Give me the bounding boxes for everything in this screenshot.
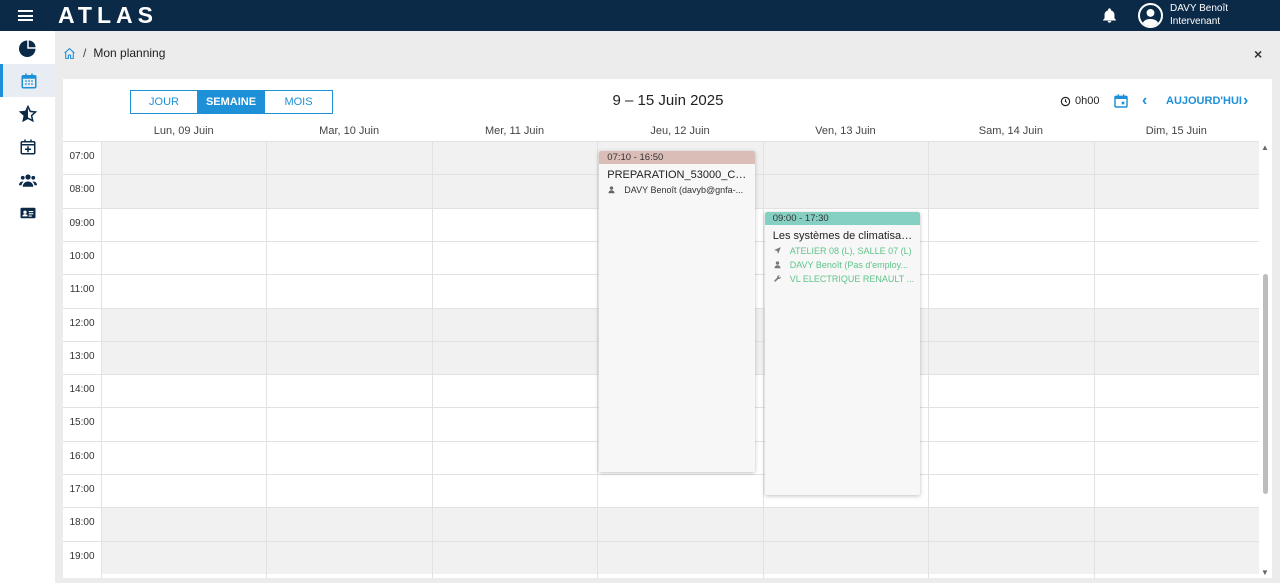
hour-row: 19:00 [63, 540, 1259, 574]
calendar-event[interactable]: 09:00 - 17:30 Les systèmes de climatisat.… [764, 211, 921, 495]
day-header: Ven, 13 Juin [815, 125, 876, 137]
location-arrow-icon [773, 247, 781, 254]
pie-chart-icon [18, 40, 35, 57]
view-week-button[interactable]: SEMAINE [198, 91, 265, 113]
today-button[interactable]: AUJOURD'HUI [1166, 95, 1242, 107]
event-detail-text: DAVY Benoît (davyb@gnfa-... [624, 184, 744, 195]
event-title: Les systèmes de climatisat... [772, 229, 914, 242]
user-icon [774, 261, 781, 269]
hour-label: 18:00 [69, 517, 95, 529]
event-detail-text: ATELIER 08 (L), SALLE 07 (L) [789, 245, 912, 256]
total-hours-value: 0h00 [1075, 95, 1100, 107]
view-toggle: JOUR SEMAINE MOIS [130, 90, 333, 114]
event-time: 07:10 - 16:50 [599, 150, 755, 164]
hour-label: 19:00 [69, 550, 95, 562]
top-bar: ATLAS DAVY Benoît Intervenant [0, 0, 1280, 31]
hour-label: 12:00 [69, 317, 95, 329]
day-header: Lun, 09 Juin [153, 125, 214, 137]
sidebar-item-add-event[interactable] [0, 130, 55, 163]
calendar-event[interactable]: 07:10 - 16:50 PREPARATION_53000_CQF... DAV… [599, 150, 755, 473]
scroll-down-arrow-icon[interactable]: ▼ [1261, 568, 1269, 577]
calendar-plus-icon [20, 139, 35, 154]
event-detail-line: ATELIER 08 (L), SALLE 07 (L) [765, 242, 920, 256]
day-header: Sam, 14 Juin [978, 125, 1043, 137]
day-column-divider [431, 141, 433, 578]
hour-row: 18:00 [63, 507, 1259, 541]
view-day-button[interactable]: JOUR [131, 91, 198, 113]
user-icon [608, 186, 615, 194]
sidebar-item-favorites[interactable] [0, 97, 55, 130]
day-header: Mer, 11 Juin [485, 125, 545, 137]
hamburger-menu-icon[interactable] [18, 10, 33, 21]
hour-label: 15:00 [69, 417, 95, 429]
event-time: 09:00 - 17:30 [764, 211, 921, 225]
app-logo[interactable]: ATLAS [58, 2, 158, 29]
users-icon [18, 173, 37, 187]
day-column-divider [266, 141, 268, 578]
day-column-divider [1093, 141, 1095, 578]
calendar-scrollbar[interactable]: ▲ ▼ [1261, 142, 1271, 578]
day-column-divider [597, 141, 599, 578]
total-hours: 0h00 [1060, 95, 1099, 107]
user-avatar-icon[interactable] [1138, 3, 1163, 28]
sidebar-item-profile[interactable] [0, 196, 55, 229]
hour-cells[interactable] [101, 541, 1259, 574]
hour-label: 11:00 [69, 284, 95, 296]
scroll-thumb[interactable] [1263, 274, 1268, 494]
close-icon[interactable]: × [1254, 46, 1262, 62]
sidebar-item-dashboard[interactable] [0, 31, 55, 64]
event-title: PREPARATION_53000_CQF... [607, 168, 755, 181]
breadcrumb-separator: / [83, 46, 87, 60]
user-name[interactable]: DAVY Benoît [1170, 3, 1228, 15]
breadcrumb: / Mon planning [63, 45, 165, 61]
hour-label: 13:00 [69, 350, 95, 362]
hour-label: 17:00 [69, 484, 95, 495]
star-icon [18, 104, 37, 122]
clock-icon [1060, 96, 1071, 106]
day-column-divider [762, 141, 764, 578]
hour-cells[interactable] [101, 475, 1259, 507]
calendar-title: 9 – 15 Juin 2025 [612, 92, 724, 109]
next-week-button[interactable]: › [1243, 92, 1248, 110]
scroll-up-arrow-icon[interactable]: ▲ [1261, 143, 1269, 152]
notification-bell-icon[interactable] [1101, 7, 1118, 24]
hour-label: 16:00 [69, 450, 95, 462]
event-detail-text: VL ELECTRIQUE RENAULT ... [789, 273, 915, 284]
date-picker-icon[interactable] [1113, 93, 1129, 109]
hour-label: 08:00 [69, 184, 95, 196]
view-month-button[interactable]: MOIS [265, 91, 332, 113]
event-detail-line: DAVY Benoît (Pas d'employ... [765, 256, 920, 270]
week-grid[interactable]: 07:00 08:00 09:00 10:00 11:00 12:00 13:00 14:00… [63, 141, 1259, 578]
sidebar-item-users[interactable] [0, 163, 55, 196]
user-role: Intervenant [1170, 16, 1221, 27]
hour-label: 09:00 [69, 217, 95, 229]
event-detail-line: DAVY Benoît (davyb@gnfa-... [599, 181, 754, 195]
sidebar [0, 31, 55, 583]
hour-cells[interactable] [101, 508, 1259, 541]
event-detail-line: VL ELECTRIQUE RENAULT ... [765, 270, 920, 284]
home-icon[interactable] [63, 47, 76, 60]
id-card-icon [20, 207, 35, 218]
day-header: Dim, 15 Juin [1145, 125, 1207, 137]
wrench-icon [773, 275, 781, 282]
breadcrumb-current: Mon planning [93, 46, 166, 60]
hour-label: 14:00 [69, 384, 95, 396]
calendar-icon [21, 73, 37, 88]
day-header: Jeu, 12 Juin [650, 125, 710, 137]
event-detail-text: DAVY Benoît (Pas d'employ... [789, 259, 908, 270]
day-column-divider [928, 141, 930, 578]
hour-label: 07:00 [69, 151, 95, 162]
day-header: Mar, 10 Juin [319, 125, 380, 137]
day-column-divider [101, 141, 102, 578]
calendar-panel: JOUR SEMAINE MOIS 9 – 15 Juin 2025 0h00 … [63, 79, 1272, 578]
prev-week-button[interactable]: ‹ [1142, 92, 1147, 110]
hour-row: 17:00 [63, 474, 1259, 507]
hour-label: 10:00 [69, 250, 95, 262]
sidebar-item-planning[interactable] [0, 64, 55, 97]
